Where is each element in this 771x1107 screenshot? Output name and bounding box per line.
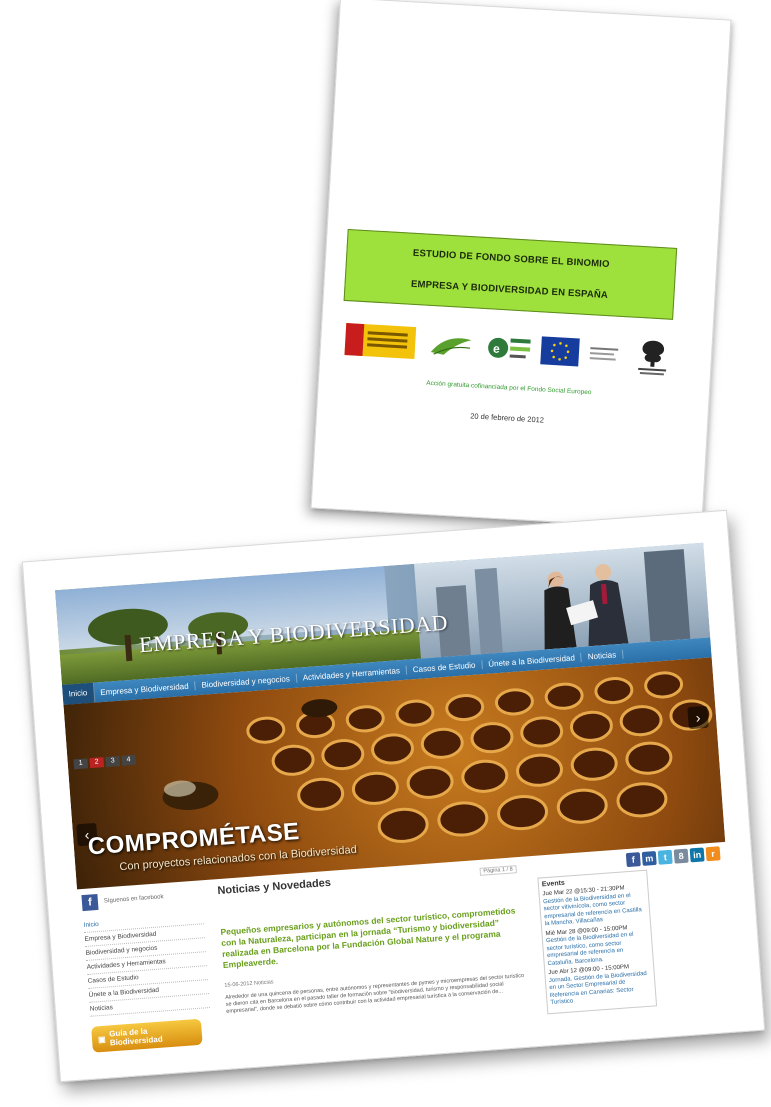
book-icon: ▣: [97, 1034, 106, 1044]
sponsor-logos: e: [344, 311, 677, 386]
facebook-icon[interactable]: f: [625, 852, 641, 868]
social-icons: f m t 8 in r: [625, 846, 721, 868]
twitter-icon[interactable]: t: [657, 849, 673, 865]
union-europea-logo: [540, 336, 581, 367]
slider-page-1[interactable]: 1: [73, 758, 89, 770]
guia-biodiversidad-button[interactable]: ▣ Guía de la Biodiversidad: [91, 1018, 203, 1053]
slider-next-arrow-icon[interactable]: ›: [687, 705, 709, 730]
news-section: Noticias y Novedades Página 1 / 8 Pequeñ…: [217, 863, 526, 1016]
sidebar: f Síguenos en facebook Inicio Empresa y …: [81, 886, 212, 1053]
events-widget: Events Jue Mar 22 @15:30 - 21:30PM Gesti…: [537, 869, 658, 1014]
website-frame: EMPRESA Y BIODIVERSIDAD Inicio Empresa y…: [55, 542, 738, 1059]
report-cover-page: ESTUDIO DE FONDO SOBRE EL BINOMIO EMPRES…: [310, 0, 732, 531]
website-screenshot-page: EMPRESA Y BIODIVERSIDAD Inicio Empresa y…: [21, 509, 766, 1083]
facebook-icon: f: [81, 893, 99, 912]
nav-item-actividades-y-herramientas[interactable]: Actividades y Herramientas: [296, 665, 408, 683]
flickr-icon[interactable]: 8: [673, 848, 689, 864]
rss-icon[interactable]: r: [705, 846, 721, 862]
report-title-line2: EMPRESA Y BIODIVERSIDAD EN ESPAÑA: [410, 278, 609, 302]
news-article-title[interactable]: Pequeños empresarios y autónomos del sec…: [220, 905, 522, 971]
nav-item-noticias[interactable]: Noticias: [581, 649, 624, 662]
slider-page-4[interactable]: 4: [121, 754, 137, 766]
report-title-line1: ESTUDIO DE FONDO SOBRE EL BINOMIO: [412, 247, 610, 271]
event-link[interactable]: Gestión de la Biodiversidad en el sector…: [546, 931, 650, 968]
nav-item-empresa-y-biodiversidad[interactable]: Empresa y Biodiversidad: [93, 680, 196, 698]
business-people-image: [544, 564, 629, 650]
facebook-follow-box[interactable]: f Síguenos en facebook: [81, 886, 202, 912]
emplea-verde-logo: e: [486, 329, 532, 367]
report-date: 20 de febrero de 2012: [470, 411, 545, 425]
report-title-box: ESTUDIO DE FONDO SOBRE EL BINOMIO EMPRES…: [343, 228, 678, 320]
svg-text:e: e: [492, 342, 500, 356]
nav-item-casos-de-estudio[interactable]: Casos de Estudio: [406, 659, 483, 675]
myspace-icon[interactable]: m: [641, 850, 657, 866]
nav-item-unete[interactable]: Únete a la Biodiversidad: [482, 652, 583, 669]
fondo-social-europeo-text-logo: [589, 343, 621, 365]
nav-item-inicio[interactable]: Inicio: [61, 682, 96, 705]
gobierno-de-espana-logo: [344, 323, 417, 360]
slider-page-3[interactable]: 3: [105, 755, 121, 767]
fundacion-global-nature-logo: [630, 336, 676, 378]
facebook-follow-label: Síguenos en facebook: [103, 894, 164, 905]
fundacion-biodiversidad-logo: [425, 330, 477, 361]
linkedin-icon[interactable]: in: [689, 847, 705, 863]
nav-item-biodiversidad-y-negocios[interactable]: Biodiversidad y negocios: [195, 673, 298, 690]
slider-page-2[interactable]: 2: [89, 757, 105, 769]
guia-button-label: Guía de la Biodiversidad: [108, 1026, 163, 1048]
